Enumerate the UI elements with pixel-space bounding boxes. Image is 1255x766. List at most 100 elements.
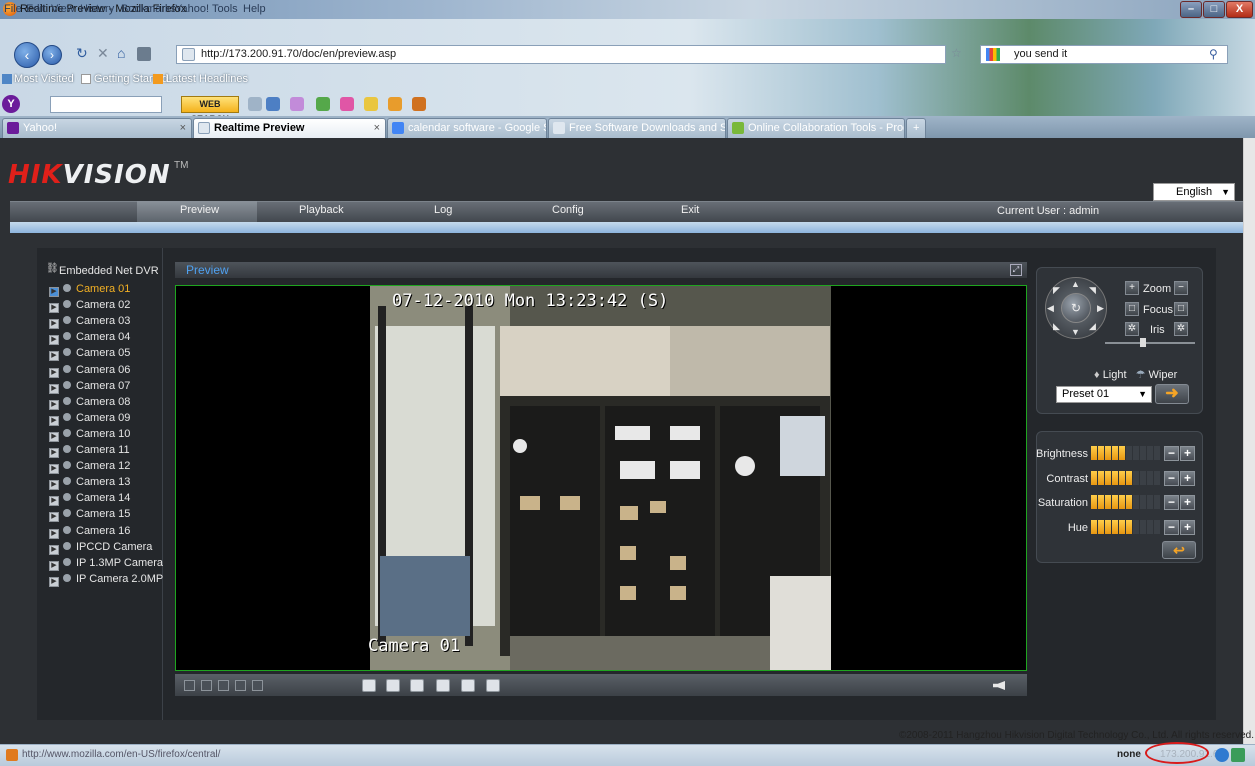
yahoo-search-input[interactable] xyxy=(50,96,162,113)
ptz-speed-slider[interactable] xyxy=(1105,342,1195,344)
play-icon[interactable]: ▶ xyxy=(49,351,59,362)
nav-config[interactable]: Config xyxy=(552,204,584,216)
play-icon[interactable]: ▶ xyxy=(49,512,59,523)
play-icon[interactable]: ▶ xyxy=(49,576,59,587)
menu-view[interactable]: View xyxy=(51,3,75,15)
level-bar[interactable] xyxy=(1147,519,1153,534)
yahoo-logo-icon[interactable]: Y xyxy=(2,95,20,113)
level-bar[interactable] xyxy=(1126,495,1132,509)
menu-history[interactable]: History xyxy=(80,3,114,15)
level-bar[interactable] xyxy=(1133,519,1139,534)
level-bar[interactable] xyxy=(1112,519,1118,534)
decrease-button[interactable]: − xyxy=(1164,519,1179,535)
level-bars[interactable] xyxy=(1091,495,1161,509)
increase-button[interactable]: + xyxy=(1180,519,1195,535)
play-icon[interactable]: ▶ xyxy=(49,496,59,507)
new-tab-button[interactable]: + xyxy=(906,118,926,138)
layout-16-icon[interactable] xyxy=(235,680,246,691)
camera-item[interactable]: ▶ IP 1.3MP Camera xyxy=(49,557,163,571)
ptz-up-icon[interactable]: ▲ xyxy=(1071,279,1080,289)
preset-select[interactable]: Preset 01 ▼ xyxy=(1056,386,1152,403)
zoom-in-icon[interactable]: + xyxy=(1125,281,1139,295)
ptz-auto-icon[interactable]: ↻ xyxy=(1061,293,1091,323)
forward-button[interactable]: › xyxy=(42,45,62,65)
tab-google-search[interactable]: calendar software - Google Search xyxy=(387,118,547,138)
flickr-icon[interactable] xyxy=(340,97,354,111)
minimize-button[interactable]: – xyxy=(1180,1,1202,18)
reset-defaults-button[interactable]: ↩ xyxy=(1162,541,1196,559)
play-icon[interactable]: ▶ xyxy=(49,431,59,442)
decrease-button[interactable]: − xyxy=(1164,495,1179,510)
camera-item[interactable]: ▶ Camera 04 xyxy=(49,331,130,346)
menu-help[interactable]: Help xyxy=(243,3,266,15)
capture-icon[interactable] xyxy=(386,679,400,692)
decrease-button[interactable]: − xyxy=(1164,446,1179,461)
level-bar[interactable] xyxy=(1140,446,1146,460)
bookmark-latest-headlines[interactable]: Latest Headlines xyxy=(166,73,248,85)
ptz-up-left-icon[interactable]: ◤ xyxy=(1053,285,1060,296)
url-text[interactable]: http://173.200.91.70/doc/en/preview.asp xyxy=(201,48,396,60)
camera-item[interactable]: ▶ Camera 07 xyxy=(49,380,130,394)
camera-item[interactable]: ▶ Camera 15 xyxy=(49,508,130,523)
camera-item[interactable]: ▶ Camera 13 xyxy=(49,476,130,491)
toolbar-tool-icon[interactable] xyxy=(412,97,426,111)
level-bar[interactable] xyxy=(1119,519,1125,534)
record-icon[interactable] xyxy=(410,679,424,692)
camera-item[interactable]: ▶ Camera 11 xyxy=(49,444,130,458)
bookmark-most-visited[interactable]: Most Visited xyxy=(14,73,74,85)
iris-open-icon[interactable]: ✲ xyxy=(1125,322,1139,336)
toolbar-tool-icon[interactable] xyxy=(316,97,330,111)
play-icon[interactable]: ▶ xyxy=(49,448,59,458)
level-bars[interactable] xyxy=(1091,519,1161,534)
level-bar[interactable] xyxy=(1098,495,1104,509)
level-bar[interactable] xyxy=(1119,495,1125,509)
decrease-button[interactable]: − xyxy=(1164,470,1179,486)
toolbar-tool-icon[interactable] xyxy=(364,97,378,111)
increase-button[interactable]: + xyxy=(1180,495,1195,510)
ptz-down-left-icon[interactable]: ◣ xyxy=(1053,321,1060,332)
device-tree-root[interactable]: Embedded Net DVR xyxy=(59,265,159,277)
wiper-label[interactable]: Wiper xyxy=(1149,369,1178,381)
level-bar[interactable] xyxy=(1098,519,1104,534)
nav-log[interactable]: Log xyxy=(434,204,452,216)
level-bar[interactable] xyxy=(1119,446,1125,460)
ptz-down-icon[interactable]: ▼ xyxy=(1071,327,1080,337)
web-search-button[interactable]: WEB SEARCH xyxy=(181,96,239,124)
tab-free-software[interactable]: Free Software Downloads and Softw... xyxy=(548,118,726,138)
level-bar[interactable] xyxy=(1140,519,1146,534)
camera-item[interactable]: ▶ IPCCD Camera xyxy=(49,541,152,555)
level-bar[interactable] xyxy=(1112,470,1118,485)
level-bar[interactable] xyxy=(1098,446,1104,460)
layout-custom-icon[interactable] xyxy=(252,680,263,691)
stop-all-icon[interactable] xyxy=(362,679,376,692)
level-bar[interactable] xyxy=(1133,470,1139,485)
ie-tab-icon[interactable] xyxy=(1215,748,1229,762)
play-icon[interactable]: ▶ xyxy=(49,303,59,314)
star-icon[interactable]: ☆ xyxy=(951,46,962,60)
menu-edit[interactable]: Edit xyxy=(26,3,45,15)
menu-file[interactable]: File xyxy=(4,3,22,15)
camera-item[interactable]: ▶ IP Camera 2.0MP xyxy=(49,573,163,587)
level-bar[interactable] xyxy=(1147,470,1153,485)
language-select[interactable]: English ▼ xyxy=(1153,183,1235,201)
play-icon[interactable]: ▶ xyxy=(49,480,59,491)
level-bar[interactable] xyxy=(1112,446,1118,460)
maximize-button[interactable]: □ xyxy=(1203,1,1225,18)
mail-icon[interactable] xyxy=(266,97,280,111)
search-icon[interactable]: ⚲ xyxy=(1209,47,1218,61)
level-bar[interactable] xyxy=(1112,495,1118,509)
play-icon[interactable]: ▶ xyxy=(49,383,59,394)
level-bar[interactable] xyxy=(1154,470,1160,485)
level-bar[interactable] xyxy=(1154,446,1160,460)
increase-button[interactable]: + xyxy=(1180,446,1195,461)
focus-near-icon[interactable]: □ xyxy=(1125,302,1139,316)
ptz-speed-knob[interactable] xyxy=(1140,338,1146,347)
level-bar[interactable] xyxy=(1154,495,1160,509)
level-bar[interactable] xyxy=(1091,495,1097,509)
camera-item[interactable]: ▶ Camera 12 xyxy=(49,460,130,475)
play-icon[interactable]: ▶ xyxy=(49,399,59,410)
level-bar[interactable] xyxy=(1091,446,1097,460)
play-icon[interactable]: ▶ xyxy=(49,528,59,539)
stop-icon[interactable]: ✕ xyxy=(97,45,109,62)
reload-icon[interactable]: ↻ xyxy=(76,45,88,62)
